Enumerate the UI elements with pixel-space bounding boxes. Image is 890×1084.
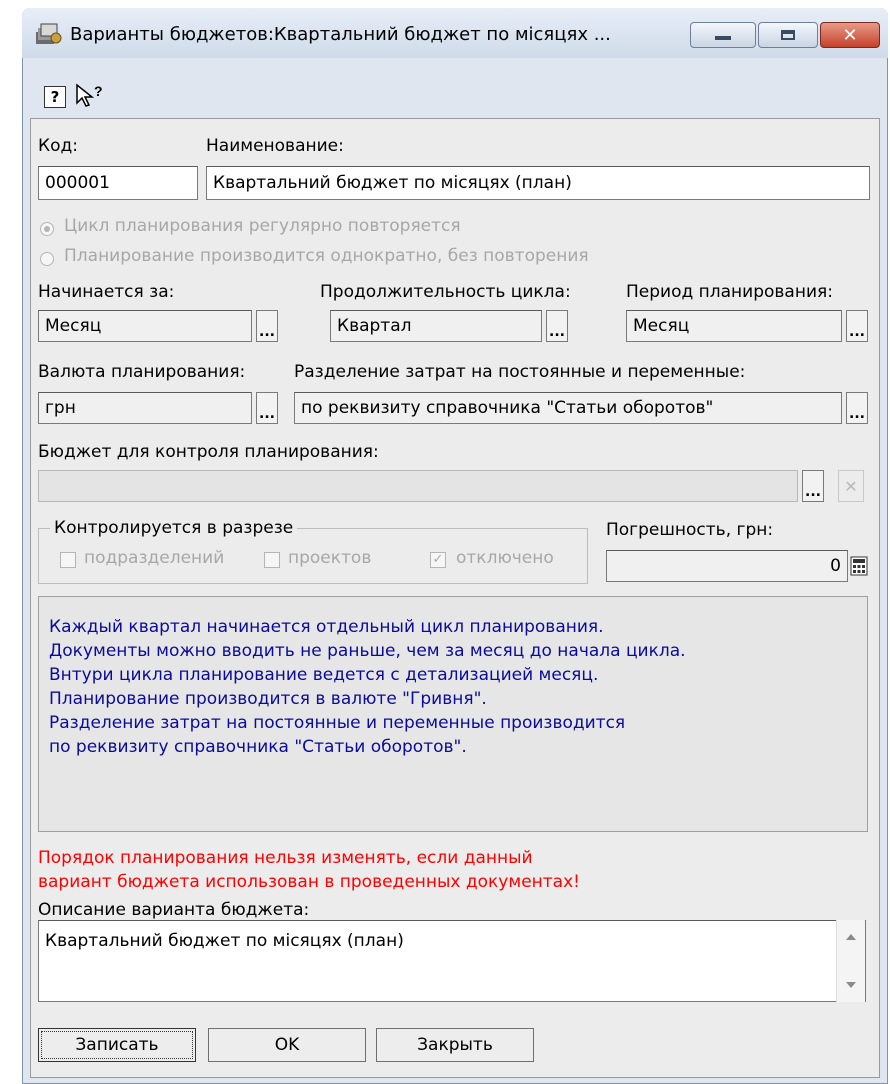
starts-select-button[interactable]: ... xyxy=(256,310,278,342)
ok-button[interactable]: OK xyxy=(208,1028,366,1062)
departments-checkbox[interactable] xyxy=(60,552,76,568)
minimize-button[interactable] xyxy=(690,22,756,48)
control-budget-field[interactable] xyxy=(38,470,798,502)
code-label: Код: xyxy=(38,136,78,156)
planning-info-box: Каждый квартал начинается отдельный цикл… xyxy=(38,596,868,832)
warning-line: вариант бюджета использован в проведенны… xyxy=(38,872,580,892)
disabled-checkbox[interactable]: ✓ xyxy=(430,552,446,568)
svg-text:?: ? xyxy=(94,83,103,99)
scroll-up-icon[interactable] xyxy=(846,934,856,940)
budget-app-icon xyxy=(36,23,62,44)
close-window-button[interactable]: ✕ xyxy=(820,22,880,48)
projects-checkbox-label: проектов xyxy=(288,548,372,568)
duration-field[interactable]: Квартал xyxy=(330,310,542,342)
code-input[interactable]: 000001 xyxy=(38,166,198,200)
period-select-button[interactable]: ... xyxy=(846,310,868,342)
help-question-icon[interactable]: ? xyxy=(44,86,66,108)
radio-cycle-repeats[interactable] xyxy=(40,222,54,236)
name-label: Наименование: xyxy=(206,136,344,156)
maximize-button[interactable] xyxy=(758,22,818,48)
duration-select-button[interactable]: ... xyxy=(546,310,568,342)
toolbar xyxy=(30,66,880,116)
description-scrollbar[interactable] xyxy=(836,920,865,1002)
description-label: Описание варианта бюджета: xyxy=(38,900,310,920)
radio-plan-once[interactable] xyxy=(40,252,54,266)
clear-icon[interactable]: ✕ xyxy=(838,470,864,502)
starts-label: Начинается за: xyxy=(38,282,175,302)
warning-text: Порядок планирования нельзя изменять, ес… xyxy=(38,846,580,894)
error-input[interactable]: 0 xyxy=(606,550,848,582)
calculator-icon[interactable] xyxy=(850,556,868,576)
controlled-by-group-label: Контролируется в разрезе xyxy=(50,518,298,538)
info-line: Каждый квартал начинается отдельный цикл… xyxy=(49,617,604,637)
info-line: Разделение затрат на постоянные и переме… xyxy=(49,713,626,733)
whats-this-pointer-icon[interactable]: ? xyxy=(74,82,108,108)
save-button[interactable]: Записать xyxy=(38,1028,196,1062)
currency-label: Валюта планирования: xyxy=(38,362,246,382)
period-field[interactable]: Месяц xyxy=(626,310,842,342)
warning-line: Порядок планирования нельзя изменять, ес… xyxy=(38,848,533,868)
split-label: Разделение затрат на постоянные и переме… xyxy=(294,362,746,382)
radio-plan-once-label: Планирование производится однократно, бе… xyxy=(64,246,589,266)
info-line: Документы можно вводить не раньше, чем з… xyxy=(49,641,686,661)
info-line: Планирование производится в валюте "Грив… xyxy=(49,689,487,709)
projects-checkbox[interactable] xyxy=(264,552,280,568)
duration-label: Продолжительность цикла: xyxy=(320,282,571,302)
description-textarea[interactable]: Квартальний бюджет по місяцях (план) xyxy=(38,920,866,1002)
split-field[interactable]: по реквизиту справочника "Статьи оборото… xyxy=(294,392,842,424)
minimize-icon xyxy=(715,36,731,40)
departments-checkbox-label: подразделений xyxy=(84,548,225,568)
close-button[interactable]: Закрыть xyxy=(376,1028,534,1062)
control-budget-select-button[interactable]: ... xyxy=(802,470,824,502)
error-label: Погрешность, грн: xyxy=(606,520,774,540)
split-select-button[interactable]: ... xyxy=(846,392,868,424)
close-icon: ✕ xyxy=(842,24,858,46)
starts-field[interactable]: Месяц xyxy=(38,310,252,342)
maximize-icon xyxy=(781,30,795,40)
info-line: Внтури цикла планирование ведется с дета… xyxy=(49,665,599,685)
window-title: Варианты бюджетов:Квартальний бюджет по … xyxy=(70,24,611,45)
scroll-down-icon[interactable] xyxy=(846,982,856,988)
radio-cycle-repeats-label: Цикл планирования регулярно повторяется xyxy=(64,216,461,236)
info-line: по реквизиту справочника "Статьи оборото… xyxy=(49,737,467,757)
description-text: Квартальний бюджет по місяцях (план) xyxy=(45,931,404,951)
name-input[interactable]: Квартальний бюджет по місяцях (план) xyxy=(206,166,870,200)
currency-select-button[interactable]: ... xyxy=(256,392,278,424)
control-budget-label: Бюджет для контроля планирования: xyxy=(38,442,379,462)
currency-field[interactable]: грн xyxy=(38,392,252,424)
period-label: Период планирования: xyxy=(626,282,833,302)
disabled-checkbox-label: отключено xyxy=(456,548,554,568)
